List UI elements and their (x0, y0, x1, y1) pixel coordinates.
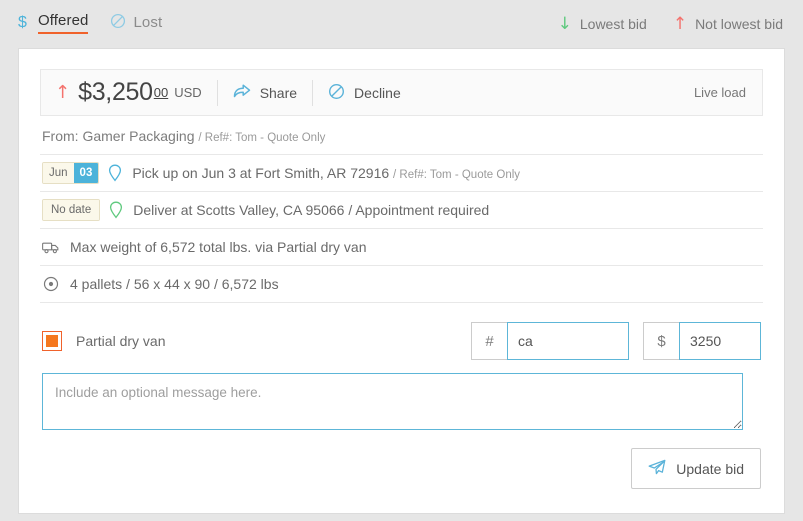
tab-lost-label: Lost (133, 14, 163, 31)
legend-not-lowest-bid-label: Not lowest bid (695, 16, 783, 32)
delivery-date-badge: No date (42, 199, 101, 221)
load-type-label: Live load (693, 85, 746, 100)
circle-dot-icon (42, 276, 60, 292)
update-bid-button[interactable]: Update bid (631, 448, 761, 489)
ban-icon (328, 83, 345, 103)
decline-label: Decline (354, 84, 401, 101)
shipper-ref: / Ref#: Tom - Quote Only (198, 132, 326, 144)
tab-list: $ Offered Lost (18, 12, 162, 37)
pickup-row: Jun 03 Pick up on Jun 3 at Fort Smith, A… (40, 155, 763, 192)
arrow-up-icon: ↑ (672, 13, 688, 34)
legend-lowest-bid-label: Lowest bid (579, 16, 647, 32)
share-button[interactable]: Share (233, 83, 297, 102)
equipment-checkbox[interactable] (42, 331, 62, 351)
share-icon (233, 83, 251, 102)
dollar-icon: $ (18, 13, 31, 33)
max-weight-text: Max weight of 6,572 total lbs. via Parti… (70, 239, 367, 255)
equipment-label: Partial dry van (76, 333, 166, 349)
price-cents: 00 (153, 85, 169, 100)
divider (312, 79, 314, 106)
price-amount: $3,250 (78, 78, 153, 106)
delivery-text: Deliver at Scotts Valley, CA 95066 / App… (133, 202, 490, 218)
hash-icon: # (471, 322, 507, 360)
location-pin-icon (109, 201, 123, 219)
pickup-text: Pick up on Jun 3 at Fort Smith, AR 72916… (132, 165, 520, 181)
ban-icon (110, 13, 126, 32)
tab-offered-label: Offered (38, 12, 89, 34)
load-bid-card: ↑ $3,250 00 USD Share Decline Live load … (18, 48, 785, 514)
tab-offered[interactable]: $ Offered (18, 12, 89, 37)
message-textarea[interactable] (42, 373, 743, 430)
pickup-date-badge: Jun 03 (42, 162, 100, 184)
legend-not-lowest-bid: ↑ Not lowest bid (672, 13, 783, 34)
truck-icon (42, 240, 60, 255)
pickup-badge-month: Jun (43, 163, 74, 183)
price-input-group: $ (643, 322, 761, 360)
top-tab-bar: $ Offered Lost ↓ Lowest bid ↑ Not lowest… (0, 0, 803, 48)
count-input[interactable] (507, 322, 629, 360)
delivery-row: No date Deliver at Scotts Valley, CA 950… (40, 192, 763, 229)
location-pin-icon (108, 164, 122, 182)
count-input-group: # (471, 322, 629, 360)
pickup-ref: / Ref#: Tom - Quote Only (393, 169, 521, 181)
card-content: ↑ $3,250 00 USD Share Decline Live load … (19, 49, 784, 489)
price-input[interactable] (679, 322, 761, 360)
legend-lowest-bid: ↓ Lowest bid (557, 13, 647, 34)
pallets-text: 4 pallets / 56 x 44 x 90 / 6,572 lbs (70, 276, 279, 292)
shipper-line: From: Gamer Packaging / Ref#: Tom - Quot… (40, 116, 763, 155)
dollar-icon: $ (643, 322, 679, 360)
max-weight-row: Max weight of 6,572 total lbs. via Parti… (40, 229, 763, 266)
checkbox-fill (46, 335, 58, 347)
price-bar: ↑ $3,250 00 USD Share Decline Live load (40, 69, 763, 116)
pickup-main: Pick up on Jun 3 at Fort Smith, AR 72916 (132, 165, 390, 181)
shipper-name: From: Gamer Packaging (42, 128, 195, 144)
decline-button[interactable]: Decline (328, 83, 401, 103)
bid-input-group: # $ (471, 322, 761, 360)
price-currency: USD (174, 85, 202, 100)
pallets-row: 4 pallets / 56 x 44 x 90 / 6,572 lbs (40, 266, 763, 303)
paper-plane-icon (648, 459, 666, 478)
bid-controls-row: Partial dry van # $ (40, 303, 763, 365)
card-footer: Update bid (40, 430, 763, 489)
delivery-badge-text: No date (43, 200, 100, 220)
bid-legend: ↓ Lowest bid ↑ Not lowest bid (557, 13, 783, 34)
share-label: Share (259, 84, 298, 101)
divider (216, 79, 218, 106)
tab-lost[interactable]: Lost (110, 13, 162, 35)
arrow-down-icon: ↓ (557, 13, 572, 34)
pickup-badge-day: 03 (73, 163, 99, 183)
svg-text:$: $ (18, 14, 27, 30)
price-trend-arrow-icon: ↑ (55, 81, 71, 103)
update-bid-label: Update bid (676, 460, 744, 477)
